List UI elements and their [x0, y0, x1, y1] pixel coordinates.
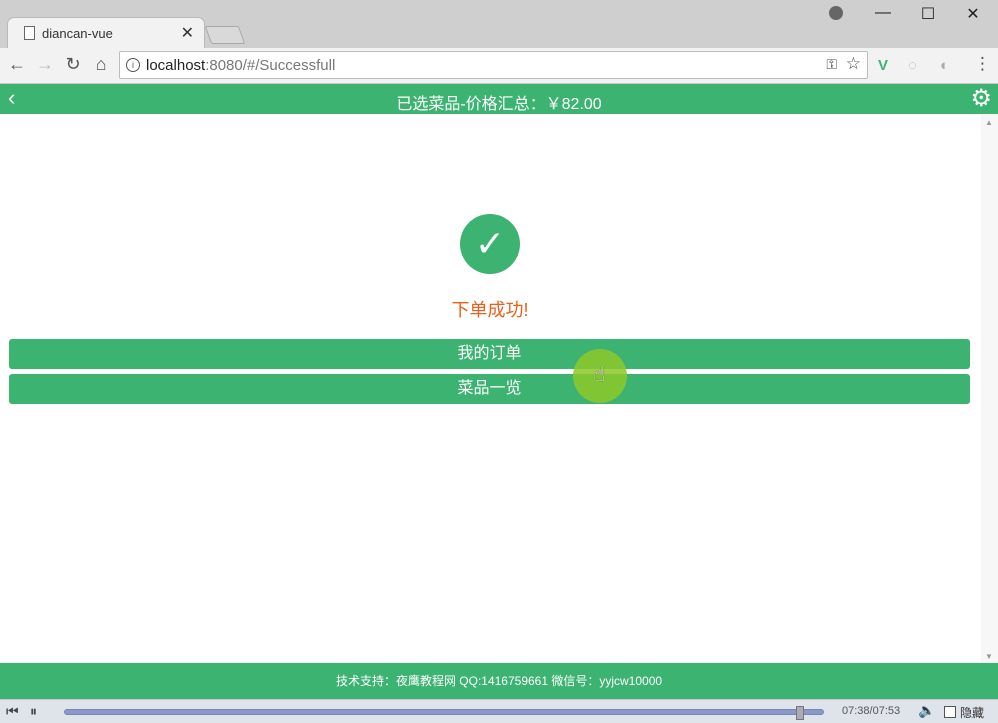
header-title: 已选菜品-价格汇总：￥82.00 [396, 96, 602, 113]
progress-bar[interactable] [64, 706, 824, 720]
back-arrow-icon[interactable]: ← [5, 54, 29, 75]
close-window-button[interactable]: ✕ [953, 4, 993, 24]
profile-icon[interactable] [829, 6, 843, 20]
home-icon[interactable]: ⌂ [89, 54, 113, 75]
my-orders-button[interactable]: 我的订单 [9, 339, 970, 369]
playback-time: 07:38/07:53 [842, 705, 901, 717]
progress-thumb[interactable] [795, 706, 804, 720]
previous-icon[interactable]: ⏮ [6, 703, 19, 720]
bookmark-star-icon[interactable]: ☆ [846, 54, 861, 74]
hand-cursor-icon: ☝ [593, 364, 606, 386]
success-check-icon: ✓ [460, 214, 520, 274]
footer: 技术支持：夜鹰教程网 QQ:1416759661 微信号：yyjcw10000 [0, 663, 998, 699]
new-tab-button[interactable] [204, 26, 246, 44]
menu-list-button[interactable]: 菜品一览 [9, 374, 970, 404]
minimize-button[interactable]: — [863, 4, 903, 22]
menu-icon[interactable]: ⋮ [974, 54, 991, 74]
reload-icon[interactable]: ↻ [61, 54, 85, 75]
browser-toolbar: ← → ↻ ⌂ i localhost:8080/#/Successfull ⚿… [0, 48, 998, 84]
browser-tab[interactable]: diancan-vue ✕ [8, 18, 204, 48]
address-bar[interactable]: i localhost:8080/#/Successfull ⚿ ☆ [119, 51, 868, 79]
page-scrollbar[interactable]: ▲ ▼ [981, 114, 998, 663]
pause-icon[interactable]: ⏸ [30, 703, 37, 720]
extension-icon-2[interactable]: ◐ [940, 57, 949, 74]
extension-icon[interactable]: ◌ [908, 57, 917, 74]
footer-text: 技术支持：夜鹰教程网 QQ:1416759661 微信号：yyjcw10000 [335, 674, 663, 688]
forward-arrow-icon[interactable]: → [33, 54, 57, 75]
info-icon[interactable]: i [126, 58, 140, 72]
scroll-up-icon[interactable]: ▲ [985, 118, 993, 127]
hide-label: 隐藏 [960, 706, 985, 720]
maximize-button[interactable]: ☐ [908, 4, 948, 24]
browser-titlebar: diancan-vue ✕ — ☐ ✕ [0, 0, 998, 48]
key-icon[interactable]: ⚿ [826, 56, 837, 73]
success-message: 下单成功! [451, 300, 529, 320]
volume-icon[interactable]: 🔈 [918, 702, 935, 719]
vue-devtools-icon[interactable]: V [878, 57, 888, 74]
scroll-down-icon[interactable]: ▼ [985, 652, 993, 661]
hide-checkbox[interactable] [944, 706, 956, 718]
video-player-bar: ⏮ ⏸ 07:38/07:53 🔈 隐藏 [0, 699, 998, 723]
app-header: ‹ 已选菜品-价格汇总：￥82.00 ⚙ [0, 84, 998, 114]
url-text[interactable]: localhost:8080/#/Successfull [146, 57, 335, 74]
tab-close-icon[interactable]: ✕ [181, 23, 194, 43]
tab-title: diancan-vue [42, 26, 113, 41]
page-icon [24, 26, 35, 40]
gear-icon[interactable]: ⚙ [970, 84, 992, 113]
